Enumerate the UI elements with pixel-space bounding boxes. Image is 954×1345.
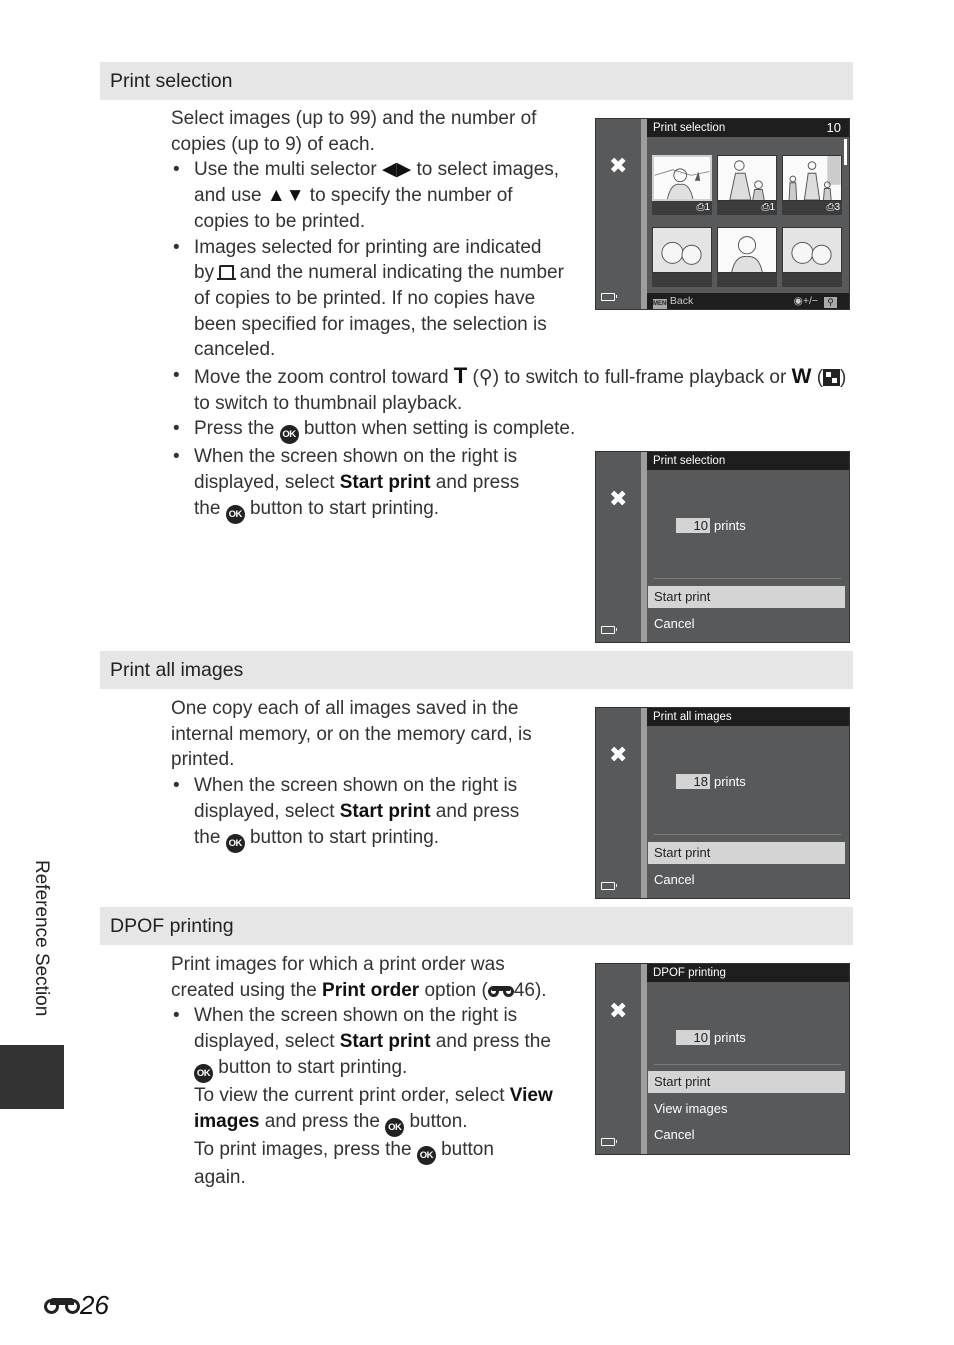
camera-screen-dpof-printing: ✖ DPOF printing 10 prints Start print Vie…	[595, 963, 850, 1155]
thumbnail-image[interactable]: ⎙1	[717, 155, 777, 215]
playback-print-icon: ✖	[609, 153, 628, 178]
playback-print-icon: ✖	[609, 742, 628, 767]
prints-count: 10 prints	[676, 518, 746, 533]
screen-bottom-bar: MENU Back ◉+/− ⚲	[647, 293, 849, 309]
thumbnail-image[interactable]	[782, 227, 842, 287]
intro: One copy each of all images saved in the…	[171, 698, 532, 771]
wide-W-icon: W	[791, 365, 812, 388]
selected-count: 10	[826, 120, 841, 135]
section-title: Print selection	[110, 70, 233, 92]
playback-print-icon: ✖	[609, 486, 628, 511]
zoom-magnifier-icon: ⚲	[478, 367, 493, 388]
copies-label: ⎙1	[717, 201, 777, 215]
section-title: DPOF printing	[110, 915, 234, 937]
menu-item-view-images[interactable]: View images	[648, 1098, 845, 1120]
page-number: 26	[44, 1290, 109, 1321]
screen-titlebar: Print selection	[647, 452, 849, 470]
back-label: Back	[669, 295, 694, 307]
dpof-printing-text: Print images for which a print order was…	[171, 952, 566, 1190]
playback-print-icon: ✖	[609, 998, 628, 1023]
ok-button-icon: OK	[225, 833, 245, 853]
bullet: When the screen shown on the right is di…	[171, 444, 544, 524]
page-ref-link[interactable]: 46	[514, 980, 535, 1001]
menu-button-icon: MENU	[653, 299, 671, 309]
camera-screen-print-selection-confirm: ✖ Print selection 10 prints Start print C…	[595, 451, 850, 643]
side-tab-marker	[0, 1045, 64, 1109]
print-selection-text: Select images (up to 99) and the number …	[171, 106, 566, 363]
menu-item-start-print[interactable]: Start print	[648, 586, 845, 608]
menu-item-cancel[interactable]: Cancel	[648, 869, 845, 891]
left-right-arrows-icon: ◀▶	[381, 159, 412, 181]
copies-label: ⎙1	[652, 201, 712, 215]
prints-count: 18 prints	[676, 774, 746, 789]
thumbnail-image[interactable]: ⎙3	[782, 155, 842, 215]
bullet: Images selected for printing are indicat…	[171, 235, 566, 364]
bullet: When the screen shown on the right is di…	[171, 773, 544, 853]
menu-item-start-print[interactable]: Start print	[648, 1071, 845, 1093]
up-down-arrows-icon: ▲▼	[266, 185, 305, 207]
side-tab-reference-section: Reference Section	[31, 860, 52, 1017]
copies-label	[717, 273, 777, 287]
battery-icon	[601, 1138, 617, 1146]
bullet: Move the zoom control toward T (⚲) to sw…	[171, 363, 851, 416]
ok-button-icon: OK	[225, 504, 245, 524]
bullet: When the screen shown on the right is di…	[171, 1003, 554, 1083]
intro: Select images (up to 99) and the number …	[171, 108, 537, 155]
screen-titlebar: Print all images	[647, 708, 849, 726]
section-header-dpof-printing: DPOF printing	[100, 907, 853, 945]
thumbnail-icon	[823, 369, 841, 386]
ok-button-icon: OK	[194, 1063, 213, 1083]
print-all-images-text: One copy each of all images saved in the…	[171, 696, 566, 853]
tele-T-icon: T	[453, 363, 468, 388]
menu-item-start-print[interactable]: Start print	[648, 842, 845, 864]
ok-button-icon: OK	[279, 425, 299, 445]
camera-screen-print-all-images: ✖ Print all images 18 prints Start print …	[595, 707, 850, 899]
zoom-icon: ⚲	[824, 297, 837, 308]
print-order-icon	[217, 265, 237, 281]
multi-selector-icon: ◉	[793, 295, 803, 307]
battery-icon	[601, 293, 617, 301]
screen-titlebar: Print selection 10	[647, 119, 849, 137]
copies-label	[652, 273, 712, 287]
bullet: Use the multi selector ◀▶ to select imag…	[171, 157, 566, 234]
ok-button-icon: OK	[385, 1117, 405, 1137]
adjust-label: +/−	[802, 295, 818, 307]
reference-binoculars-icon	[44, 1296, 80, 1314]
copies-label	[782, 273, 842, 287]
scrollbar[interactable]	[844, 139, 847, 165]
thumbnail-image[interactable]: ⎙1	[652, 155, 712, 215]
section-title: Print all images	[110, 659, 244, 681]
battery-icon	[601, 626, 617, 634]
ok-button-icon: OK	[416, 1145, 436, 1165]
thumbnail-image[interactable]	[652, 227, 712, 287]
intro: Print images for which a print order was…	[171, 954, 547, 1001]
menu-item-cancel[interactable]: Cancel	[648, 613, 845, 635]
menu-item-cancel[interactable]: Cancel	[648, 1124, 845, 1146]
thumbnail-image[interactable]	[717, 227, 777, 287]
section-header-print-selection: Print selection	[100, 62, 853, 100]
camera-screen-print-selection-thumbnails: ✖ Print selection 10 ⎙1 ⎙1 ⎙3 MENU Back …	[595, 118, 850, 310]
bullet: Press the OK button when setting is comp…	[171, 416, 851, 445]
bullet-continuation: To view the current print order, select …	[171, 1083, 554, 1137]
prints-count: 10 prints	[676, 1030, 746, 1045]
reference-binoculars-icon	[487, 984, 514, 997]
bullet-continuation: To print images, press the OK button aga…	[194, 1138, 494, 1188]
screen-titlebar: DPOF printing	[647, 964, 849, 982]
section-header-print-all-images: Print all images	[100, 651, 853, 689]
copies-label: ⎙3	[782, 201, 842, 215]
battery-icon	[601, 882, 617, 890]
